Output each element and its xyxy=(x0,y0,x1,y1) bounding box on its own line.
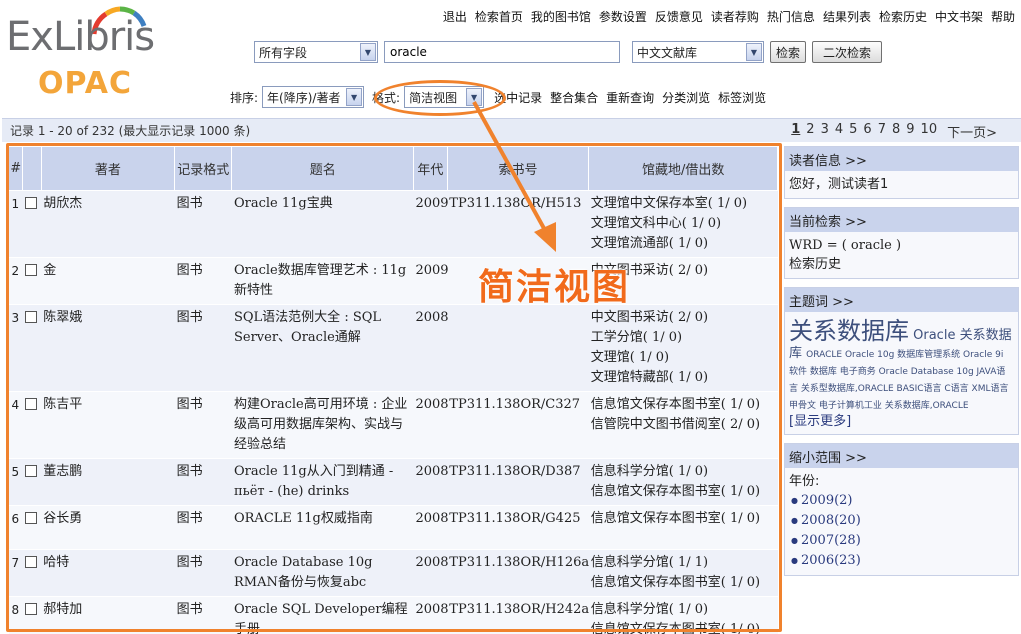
page-link[interactable]: 1 xyxy=(791,122,800,141)
search-history-link[interactable]: 检索历史 xyxy=(789,255,1014,274)
search-button[interactable]: 检索 xyxy=(770,41,807,63)
subjects-panel: 主题词 >> 关系数据库 Oracle 关系数据库 ORACLE Oracle … xyxy=(784,287,1019,435)
narrow-body: 年份: 2009(2)2008(20)2007(28)2006(23) xyxy=(785,468,1018,575)
option-link[interactable]: 标签浏览 xyxy=(718,91,766,105)
results-highlight-frame xyxy=(6,143,782,632)
option-link[interactable]: 分类浏览 xyxy=(662,91,710,105)
annotation-arrow-icon xyxy=(472,101,556,252)
subjects-title[interactable]: 主题词 >> xyxy=(785,288,1018,312)
reader-panel: 读者信息 >> 您好，测试读者1 xyxy=(784,146,1019,199)
current-search-title[interactable]: 当前检索 >> xyxy=(785,208,1018,232)
top-nav: 退出 检索首页 我的图书馆 参数设置 反馈意见 读者荐购 热门信息 结果列表 检索历史 中文书架帮… xyxy=(443,8,1015,25)
current-query: WRD = ( oracle ) xyxy=(789,238,902,253)
top-nav-link[interactable]: 读者荐购 xyxy=(711,8,759,25)
search-row: 所有字段 ▼ 中文文献库 ▼ 检索 二次检索 xyxy=(254,40,883,64)
subject-cloud: 关系数据库 Oracle 关系数据库 ORACLE Oracle 10g 数据库… xyxy=(785,312,1018,434)
top-nav-link[interactable]: 中文书架 xyxy=(935,8,983,25)
narrow-panel: 缩小范围 >> 年份: 2009(2)2008(20)2007(28)2006(… xyxy=(784,443,1019,576)
current-search-body: WRD = ( oracle ) 检索历史 xyxy=(785,232,1018,278)
annotation-label: 简洁视图 xyxy=(478,267,631,308)
page-link[interactable]: 5 xyxy=(849,122,857,141)
subject-tag[interactable]: 关系数据库 xyxy=(789,317,909,345)
field-select-value: 所有字段 xyxy=(259,45,308,60)
search-input[interactable] xyxy=(384,41,620,63)
narrow-title[interactable]: 缩小范围 >> xyxy=(785,444,1018,468)
reader-panel-title[interactable]: 读者信息 >> xyxy=(785,147,1018,171)
option-link[interactable]: 重新查询 xyxy=(606,91,654,105)
year-facets: 2009(2)2008(20)2007(28)2006(23) xyxy=(789,491,1014,571)
year-facet-link[interactable]: 2007(28) xyxy=(789,531,1014,551)
results-summary: 记录 1 - 20 of 232 (最大显示记录 1000 条) xyxy=(10,124,251,138)
page-link[interactable]: 10 xyxy=(921,122,938,141)
page-link[interactable]: 7 xyxy=(878,122,886,141)
year-facet-link[interactable]: 2009(2) xyxy=(789,491,1014,511)
top-nav-link[interactable]: 参数设置 xyxy=(599,8,647,25)
page-link[interactable]: 3 xyxy=(821,122,829,141)
secondary-search-button[interactable]: 二次检索 xyxy=(812,41,883,63)
show-more-link[interactable]: [显示更多] xyxy=(789,414,1014,430)
top-nav-link[interactable]: 退出 xyxy=(443,8,467,25)
page-link[interactable]: 4 xyxy=(835,122,843,141)
page-link[interactable]: 8 xyxy=(892,122,900,141)
database-select-value: 中文文献库 xyxy=(637,45,698,60)
page-link[interactable]: 6 xyxy=(863,122,871,141)
subject-tag[interactable]: Oracle xyxy=(913,328,955,343)
chevron-down-icon: ▼ xyxy=(360,43,376,61)
top-nav-link[interactable]: 检索首页 xyxy=(475,8,523,25)
sort-select[interactable]: 年(降序)/著者 ▼ xyxy=(262,86,365,108)
field-select[interactable]: 所有字段 ▼ xyxy=(254,41,378,63)
pager: 1 2 3 4 5 6 7 8 9 10 下一页> xyxy=(791,122,997,141)
logo-wordmark: ExLibris xyxy=(6,14,155,60)
sort-select-value: 年(降序)/著者 xyxy=(267,90,341,105)
next-page-link[interactable]: 下一页> xyxy=(947,122,997,141)
reader-greeting: 您好，测试读者1 xyxy=(785,171,1018,198)
top-nav-link[interactable]: 检索历史 xyxy=(879,8,927,25)
year-facet-link[interactable]: 2008(20) xyxy=(789,511,1014,531)
opac-page: ExLibris OPAC 退出 检索首页 我的图书馆 参数设置 反馈意见 读者荐购 热门信… xyxy=(0,0,1021,634)
chevron-down-icon: ▼ xyxy=(746,43,762,61)
exlibris-logo[interactable]: ExLibris OPAC xyxy=(6,6,166,102)
sort-label: 排序: xyxy=(230,90,259,105)
chevron-down-icon: ▼ xyxy=(346,88,363,106)
top-nav-link[interactable]: 反馈意见 xyxy=(655,8,703,25)
current-search-panel: 当前检索 >> WRD = ( oracle ) 检索历史 xyxy=(784,207,1019,279)
top-nav-link[interactable]: 我的图书馆 xyxy=(531,8,591,25)
top-nav-link[interactable]: 热门信息 xyxy=(767,8,815,25)
top-nav-link[interactable]: 帮助 xyxy=(991,8,1015,25)
logo-subtitle: OPAC xyxy=(38,66,132,101)
page-link[interactable]: 2 xyxy=(806,122,814,141)
year-facet-label: 年份: xyxy=(789,474,820,489)
top-nav-link[interactable]: 结果列表 xyxy=(823,8,871,25)
subject-tags-small[interactable]: ORACLE Oracle 10g 数据库管理系统 Oracle 9i 软件 数… xyxy=(789,350,1008,411)
database-select[interactable]: 中文文献库 ▼ xyxy=(632,41,764,63)
sidebar: 读者信息 >> 您好，测试读者1 当前检索 >> WRD = ( oracle … xyxy=(784,146,1019,584)
year-facet-link[interactable]: 2006(23) xyxy=(789,551,1014,571)
page-link[interactable]: 9 xyxy=(906,122,914,141)
